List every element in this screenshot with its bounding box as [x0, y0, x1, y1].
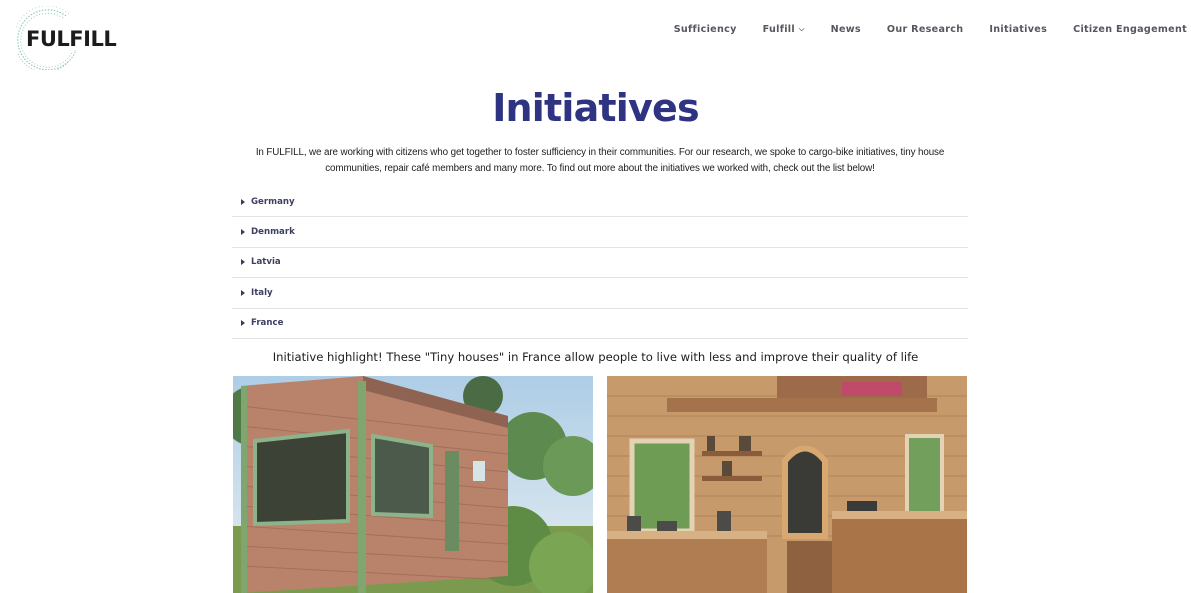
nav-item-label: Our Research	[886, 24, 964, 35]
nav-item-label: Initiatives	[989, 24, 1048, 35]
accordion-item-denmark[interactable]: Denmark	[232, 217, 968, 248]
accordion-item-italy[interactable]: Italy	[232, 278, 968, 309]
nav-item-label: News	[830, 24, 861, 35]
nav-item-sufficiency[interactable]: Sufficiency	[674, 24, 737, 35]
main-nav: Sufficiency Fulfill ⌵ News Our Research I…	[648, 24, 1187, 35]
nav-item-label: Citizen Engagement	[1073, 24, 1187, 35]
country-accordion: Germany Denmark Latvia Italy France	[232, 187, 968, 339]
nav-item-citizen-engagement[interactable]: Citizen Engagement	[1073, 24, 1187, 35]
nav-item-initiatives[interactable]: Initiatives	[989, 24, 1047, 35]
brand-logo[interactable]: FULFILL	[8, 6, 118, 70]
accordion-item-france[interactable]: France	[232, 309, 968, 339]
nav-item-fulfill[interactable]: Fulfill ⌵	[763, 24, 805, 35]
caret-right-icon	[241, 198, 245, 205]
caret-right-icon	[241, 259, 245, 266]
accordion-label: Denmark	[251, 227, 295, 238]
tiny-house-exterior-image	[233, 376, 593, 593]
accordion-item-latvia[interactable]: Latvia	[232, 248, 968, 279]
accordion-label: France	[251, 318, 284, 329]
highlight-caption: Initiative highlight! These "Tiny houses…	[272, 350, 919, 364]
caret-right-icon	[241, 320, 245, 327]
accordion-label: Germany	[251, 196, 295, 207]
nav-item-label: Fulfill	[762, 24, 795, 35]
caret-right-icon	[241, 229, 245, 236]
chevron-down-icon: ⌵	[799, 25, 805, 33]
accordion-label: Italy	[251, 287, 273, 298]
nav-item-news[interactable]: News	[831, 24, 861, 35]
nav-item-label: Sufficiency	[673, 24, 737, 35]
nav-item-our-research[interactable]: Our Research	[887, 24, 964, 35]
page-title: Initiatives	[492, 86, 699, 130]
tiny-house-interior-image	[607, 376, 967, 593]
accordion-label: Latvia	[251, 257, 281, 268]
intro-paragraph: In FULFILL, we are working with citizens…	[255, 147, 945, 174]
logo-wordmark: FULFILL	[26, 27, 117, 51]
caret-right-icon	[241, 289, 245, 296]
accordion-item-germany[interactable]: Germany	[232, 187, 968, 218]
